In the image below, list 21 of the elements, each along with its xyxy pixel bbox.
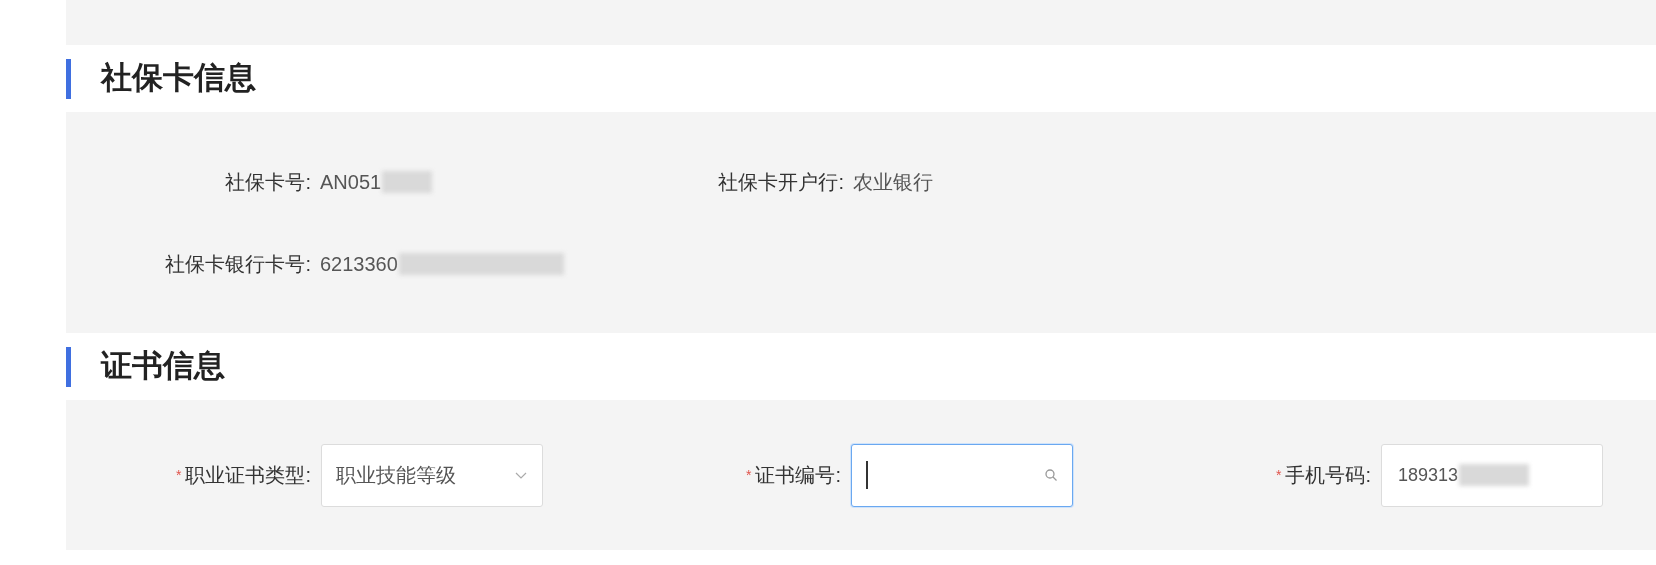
field-value: 6213360 — [320, 252, 398, 277]
section-marker — [66, 58, 71, 99]
field-value: 农业银行 — [853, 170, 933, 195]
section-title: 社保卡信息 — [101, 59, 256, 98]
field-label: 手机号码: — [1285, 463, 1371, 488]
section-marker — [66, 346, 71, 387]
required-mark: * — [1276, 465, 1282, 485]
field-label: 职业证书类型: — [185, 463, 311, 488]
select-field[interactable]: 职业技能等级 — [321, 443, 543, 507]
required-mark: * — [746, 465, 752, 485]
search-icon — [1044, 468, 1058, 482]
field-label: 证书编号: — [755, 463, 841, 488]
field-label: 社保卡号: — [224, 170, 311, 195]
search-field[interactable] — [851, 443, 1073, 507]
field-label: 社保卡银行卡号: — [164, 252, 311, 277]
text-field[interactable]: 189313 — [1381, 443, 1603, 507]
field-label: 社保卡开户行: — [717, 170, 844, 195]
section-title: 证书信息 — [101, 347, 225, 386]
required-mark: * — [176, 465, 182, 485]
text-cursor — [866, 461, 868, 489]
field-value: AN051 — [320, 170, 382, 195]
